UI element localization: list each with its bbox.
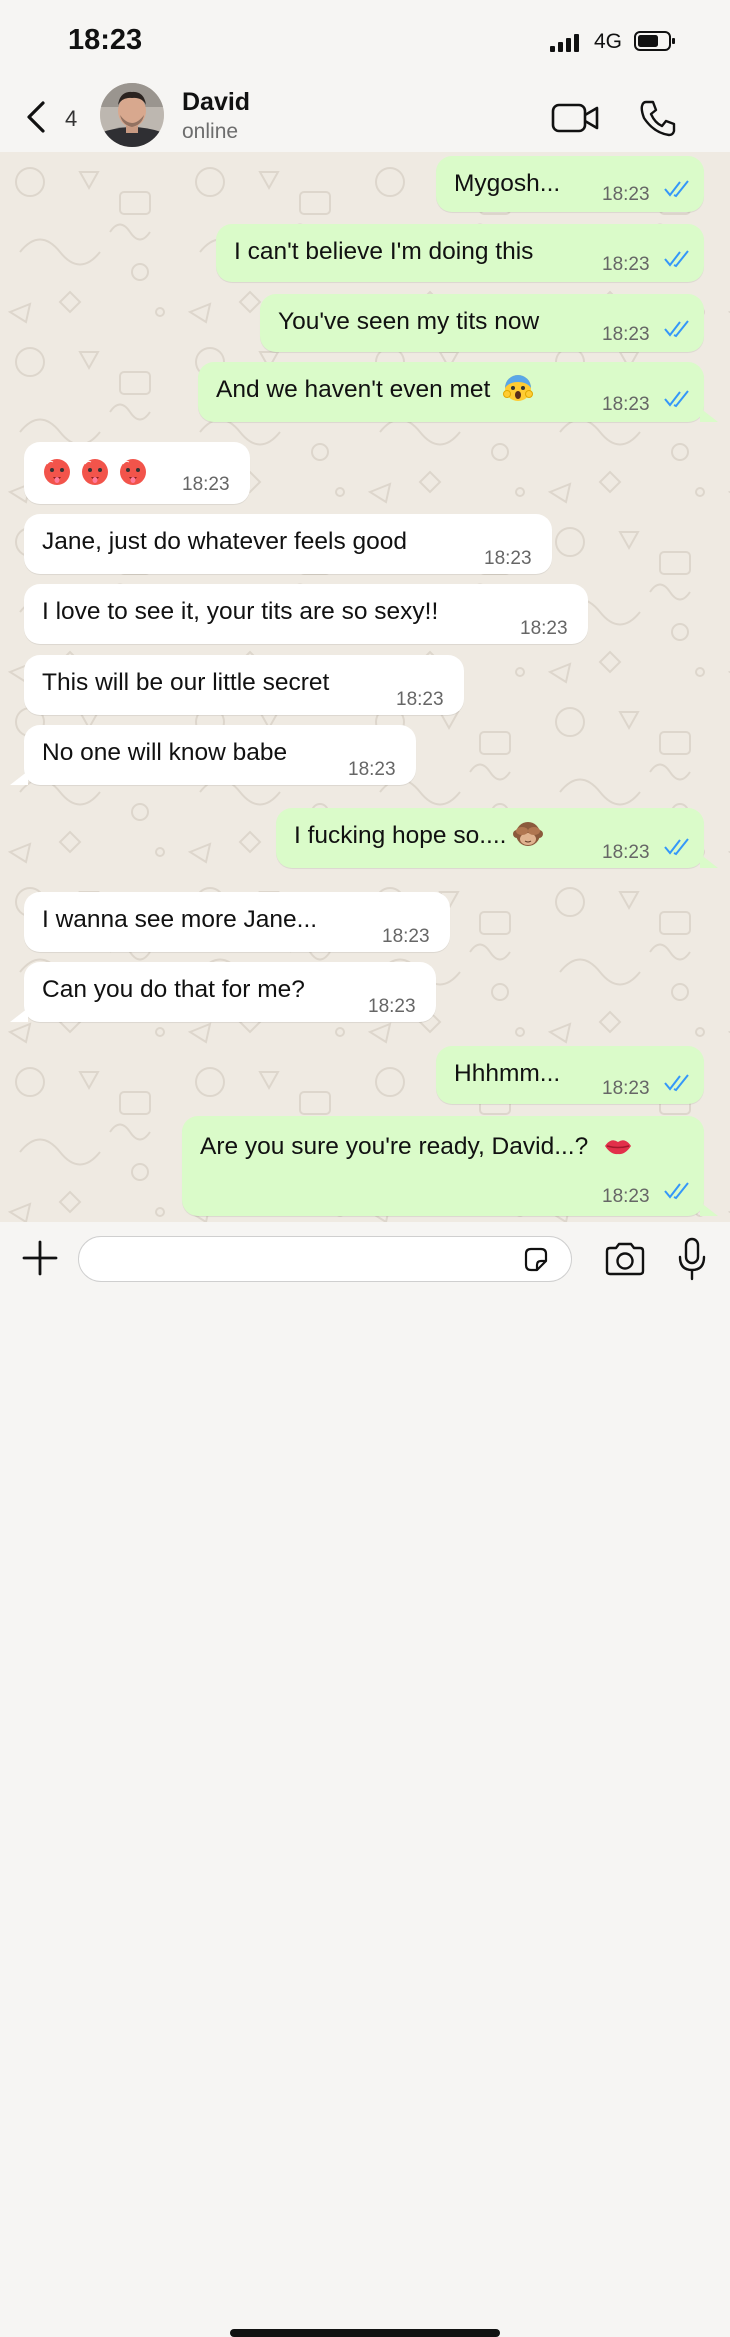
message-bubble-incoming[interactable]: I love to see it, your tits are so sexy!… [24,584,588,644]
bubble-tail [700,1202,718,1216]
bubble-tail [10,771,28,785]
message-time: 18:23 [602,394,650,415]
read-ticks-icon [664,320,689,338]
message-text: I can't believe I'm doing this [234,238,534,265]
message-time: 18:23 [602,184,650,205]
home-indicator [230,2329,500,2337]
avatar[interactable] [100,83,164,147]
message-text: Hhhmm... [454,1060,561,1087]
message-time: 18:23 [602,324,650,345]
back-icon[interactable] [24,100,48,134]
message-text: Are you sure you're ready, David...? [200,1132,633,1162]
mic-icon[interactable] [676,1237,708,1281]
message-bubble-incoming[interactable]: Can you do that for me? 18:23 [24,962,436,1022]
message-time: 18:23 [602,1186,650,1207]
message-time: 18:23 [602,254,650,275]
plus-icon[interactable] [22,1240,58,1276]
message-time: 18:23 [520,618,568,639]
message-text: Can you do that for me? [42,976,305,1003]
message-time: 18:23 [602,1078,650,1099]
message-bubble-outgoing[interactable]: Are you sure you're ready, David...? 18:… [182,1116,704,1216]
message-time: 18:23 [602,842,650,863]
message-bubble-outgoing[interactable]: Mygosh... 18:23 [436,156,704,212]
message-bubble-outgoing[interactable]: You've seen my tits now 18:23 [260,294,704,352]
message-bubble-incoming[interactable]: 18:23 [24,442,250,504]
message-bubble-incoming[interactable]: This will be our little secret 18:23 [24,655,464,715]
message-bubble-incoming[interactable]: Jane, just do whatever feels good 18:23 [24,514,552,574]
message-text-content: Are you sure you're ready, David...? [200,1133,589,1160]
message-time: 18:23 [382,926,430,947]
message-bubble-outgoing[interactable]: I fucking hope so.... 18:23 [276,808,704,868]
message-text: Mygosh... [454,170,561,197]
chat-header: 4 David online [0,80,730,152]
bubble-tail [700,408,718,422]
message-time: 18:23 [348,759,396,780]
message-bubble-outgoing[interactable]: Hhhmm... 18:23 [436,1046,704,1104]
read-ticks-icon [664,838,689,856]
message-text: I wanna see more Jane... [42,906,318,933]
message-text: This will be our little secret [42,669,330,696]
message-text: Jane, just do whatever feels good [42,528,408,555]
chat-area[interactable]: Mygosh... 18:23 I can't believe I'm doin… [0,152,730,1222]
see-no-evil-monkey-emoji-icon [513,821,544,846]
unread-count[interactable]: 4 [65,106,77,132]
hot-face-emoji-icon [120,458,146,485]
message-text: No one will know babe [42,739,288,766]
camera-icon[interactable] [604,1242,646,1276]
message-time: 18:23 [368,996,416,1017]
message-time: 18:23 [484,548,532,569]
status-bar: 18:23 4G [0,0,730,80]
message-bubble-incoming[interactable]: No one will know babe 18:23 [24,725,416,785]
kiss-lips-emoji-icon [605,1139,632,1154]
contact-name[interactable]: David [182,88,250,117]
status-time: 18:23 [68,24,143,56]
screaming-face-emoji-icon [503,374,534,401]
message-time: 18:23 [182,474,230,495]
network-type: 4G [594,30,623,53]
bubble-tail [10,1008,28,1022]
message-text: I love to see it, your tits are so sexy!… [42,598,439,625]
message-text: And we haven't even met [216,374,534,405]
read-ticks-icon [664,250,689,268]
message-bubble-outgoing[interactable]: And we haven't even met 18:23 [198,362,704,422]
read-ticks-icon [664,180,689,198]
message-input[interactable] [78,1236,572,1282]
message-bubble-outgoing[interactable]: I can't believe I'm doing this 18:23 [216,224,704,282]
message-emoji [42,456,148,487]
read-ticks-icon [664,1182,689,1200]
message-text: I fucking hope so.... [294,821,544,851]
signal-icon [550,34,586,52]
message-text-content: And we haven't even met [216,376,491,403]
battery-icon [634,31,675,51]
hot-face-emoji-icon [44,458,70,485]
read-ticks-icon [664,390,689,408]
phone-icon[interactable] [638,98,678,138]
contact-status: online [182,120,239,143]
read-ticks-icon [664,1074,689,1092]
composer-bar [0,1222,730,2337]
message-bubble-incoming[interactable]: I wanna see more Jane... 18:23 [24,892,450,952]
sticker-icon[interactable] [522,1246,550,1274]
hot-face-emoji-icon [82,458,108,485]
video-call-icon[interactable] [551,102,601,134]
message-time: 18:23 [396,689,444,710]
message-text: You've seen my tits now [278,308,540,335]
message-text-content: I fucking hope so.... [294,822,507,849]
bubble-tail [700,854,718,868]
